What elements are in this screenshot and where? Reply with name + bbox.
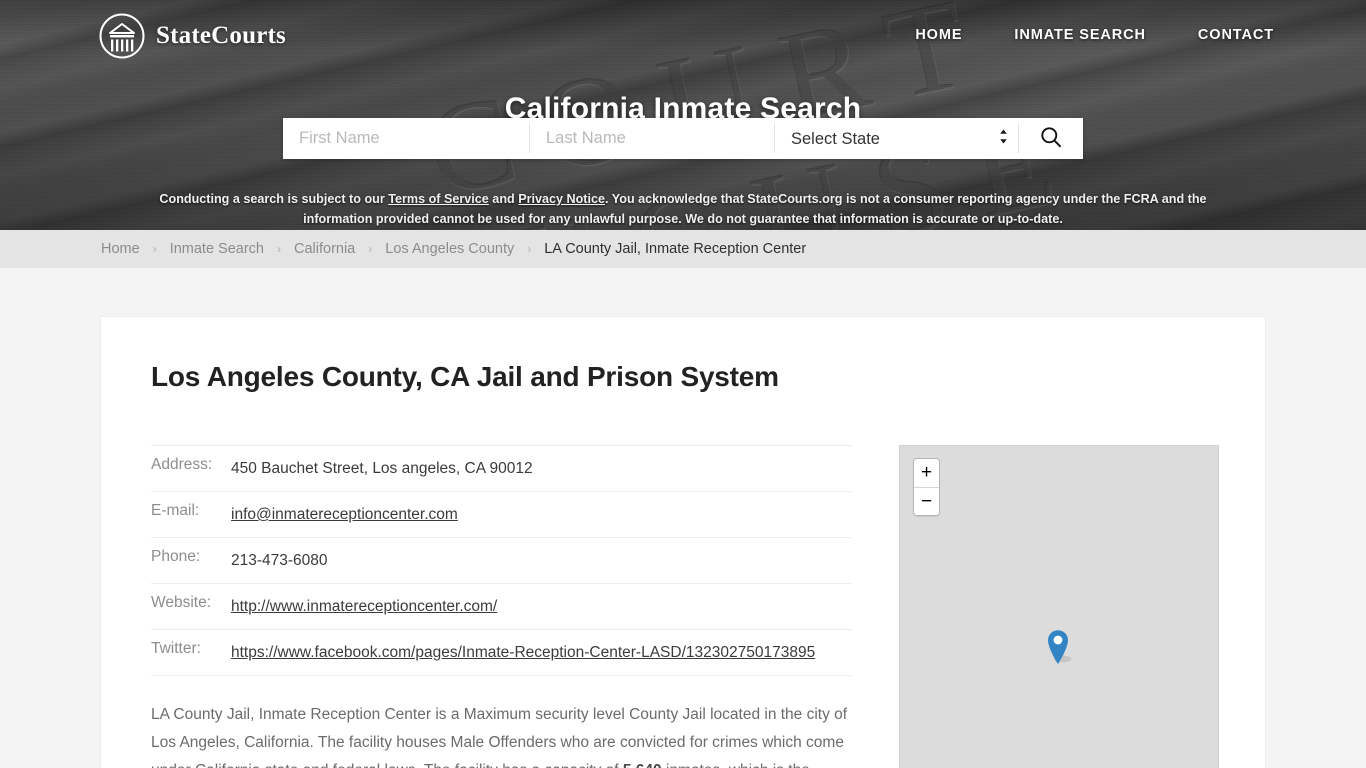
facility-map[interactable]: + − bbox=[899, 445, 1219, 768]
breadcrumb-item-home[interactable]: Home bbox=[101, 241, 140, 257]
nav-item-inmate-search[interactable]: INMATE SEARCH bbox=[1014, 27, 1145, 43]
search-icon bbox=[1040, 126, 1062, 151]
nav-item-contact[interactable]: CONTACT bbox=[1198, 27, 1274, 43]
courthouse-circle-icon bbox=[98, 12, 146, 60]
disclaimer-text-1: Conducting a search is subject to our bbox=[159, 191, 389, 206]
map-zoom-in-button[interactable]: + bbox=[914, 459, 939, 487]
search-disclaimer: Conducting a search is subject to our Te… bbox=[0, 189, 1366, 229]
breadcrumb-item-current: LA County Jail, Inmate Reception Center bbox=[544, 241, 807, 257]
fact-label-website: Website: bbox=[151, 594, 212, 611]
facility-detail-card: Los Angeles County, CA Jail and Prison S… bbox=[100, 316, 1266, 768]
social-link[interactable]: https://www.facebook.com/pages/Inmate-Re… bbox=[231, 644, 815, 661]
breadcrumb-separator: › bbox=[152, 242, 157, 256]
facility-info-column: Address: 450 Bauchet Street, Los angeles… bbox=[151, 445, 851, 768]
breadcrumb-separator: › bbox=[277, 242, 281, 256]
facility-facts-table: Address: 450 Bauchet Street, Los angeles… bbox=[151, 445, 851, 676]
fact-label-address: Address: bbox=[151, 456, 213, 473]
fact-label-phone: Phone: bbox=[151, 548, 201, 565]
brand-logo-link[interactable]: StateCourts bbox=[98, 12, 286, 60]
fact-value-website: http://www.inmatereceptioncenter.com/ bbox=[231, 584, 851, 630]
page-body: Los Angeles County, CA Jail and Prison S… bbox=[0, 316, 1366, 768]
fact-label-twitter: Twitter: bbox=[151, 640, 201, 657]
main-navigation: HOME INMATE SEARCH CONTACT bbox=[915, 27, 1274, 43]
content-columns: Address: 450 Bauchet Street, Los angeles… bbox=[151, 445, 1219, 768]
facility-description: LA County Jail, Inmate Reception Center … bbox=[151, 701, 851, 768]
table-row: Address: 450 Bauchet Street, Los angeles… bbox=[151, 445, 851, 492]
site-header: COURT HOUSE StateCourts HOME IN bbox=[0, 0, 1366, 230]
map-column: + − bbox=[851, 445, 1219, 768]
privacy-notice-link[interactable]: Privacy Notice bbox=[518, 192, 605, 206]
fact-value-address: 450 Bauchet Street, Los angeles, CA 9001… bbox=[231, 460, 533, 477]
nav-item-home[interactable]: HOME bbox=[915, 27, 962, 43]
breadcrumb-separator: › bbox=[527, 242, 532, 256]
table-row: Twitter: https://www.facebook.com/pages/… bbox=[151, 630, 851, 676]
breadcrumb-bar: Home › Inmate Search › California › Los … bbox=[0, 230, 1366, 268]
state-select[interactable]: Select State bbox=[775, 118, 1018, 159]
table-row: Phone: 213-473-6080 bbox=[151, 538, 851, 584]
search-submit-button[interactable] bbox=[1018, 124, 1082, 153]
breadcrumb-item-california[interactable]: California bbox=[294, 241, 355, 257]
brand-name: StateCourts bbox=[156, 22, 286, 49]
description-text-before: LA County Jail, Inmate Reception Center … bbox=[151, 706, 848, 768]
table-row: Website: http://www.inmatereceptioncente… bbox=[151, 584, 851, 630]
fact-value-email: info@inmatereceptioncenter.com bbox=[231, 492, 851, 538]
first-name-input[interactable] bbox=[283, 118, 529, 159]
breadcrumb: Home › Inmate Search › California › Los … bbox=[0, 241, 806, 257]
inmate-search-form: Select State bbox=[283, 118, 1083, 159]
email-link[interactable]: info@inmatereceptioncenter.com bbox=[231, 506, 458, 523]
fact-value-twitter: https://www.facebook.com/pages/Inmate-Re… bbox=[231, 630, 851, 676]
capacity-value: 5,640 bbox=[623, 762, 662, 768]
disclaimer-text-2: and bbox=[488, 191, 519, 206]
breadcrumb-separator: › bbox=[368, 242, 373, 256]
terms-of-service-link[interactable]: Terms of Service bbox=[388, 192, 489, 206]
table-row: E-mail: info@inmatereceptioncenter.com bbox=[151, 492, 851, 538]
map-zoom-out-button[interactable]: − bbox=[914, 487, 939, 515]
facility-title: Los Angeles County, CA Jail and Prison S… bbox=[151, 361, 779, 392]
breadcrumb-item-los-angeles-county[interactable]: Los Angeles County bbox=[385, 241, 514, 257]
map-pin-marker-icon[interactable] bbox=[1045, 626, 1073, 671]
last-name-input[interactable] bbox=[530, 118, 774, 159]
fact-value-phone: 213-473-6080 bbox=[231, 552, 328, 569]
state-select-wrapper: Select State bbox=[775, 118, 1018, 159]
breadcrumb-item-inmate-search[interactable]: Inmate Search bbox=[170, 241, 264, 257]
map-zoom-controls: + − bbox=[913, 458, 940, 516]
website-link[interactable]: http://www.inmatereceptioncenter.com/ bbox=[231, 598, 497, 615]
fact-label-email: E-mail: bbox=[151, 502, 200, 519]
